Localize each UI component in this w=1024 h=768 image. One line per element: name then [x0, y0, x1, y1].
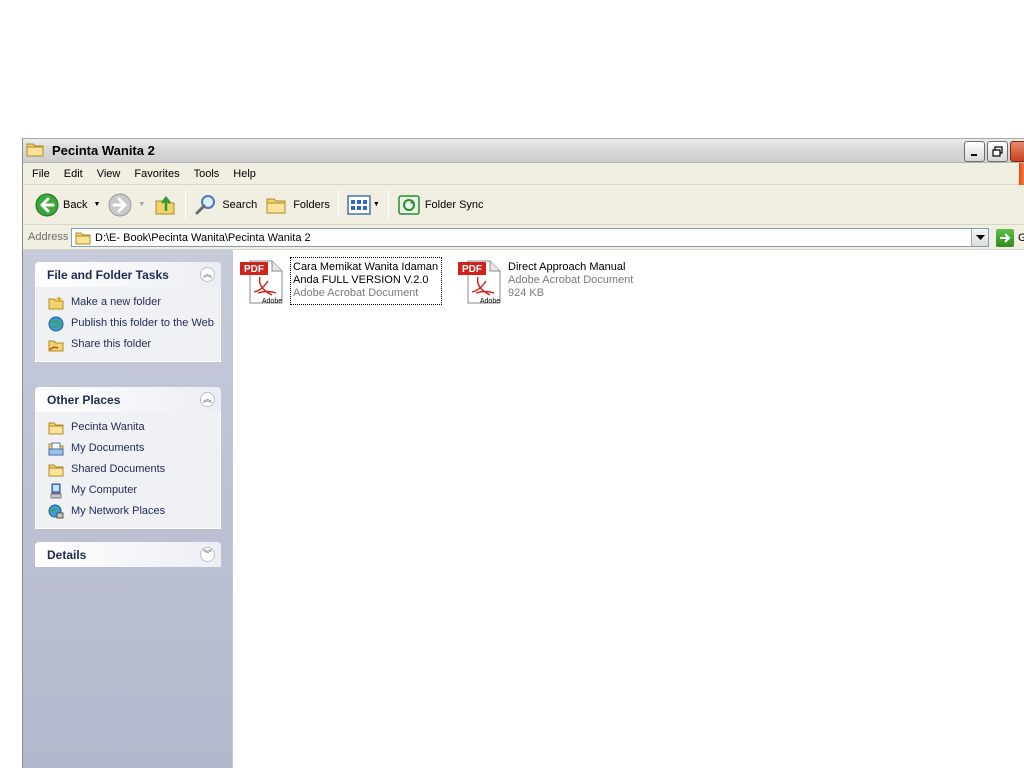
collapse-icon[interactable]: ︽ [200, 267, 215, 282]
menu-help[interactable]: Help [226, 168, 263, 180]
task-share-folder[interactable]: Share this folder [48, 337, 220, 353]
details-title: Details [47, 547, 87, 562]
pdf-badge-text: PDF [462, 264, 482, 275]
forward-dropdown-icon[interactable]: ▼ [138, 201, 145, 208]
minimize-button[interactable] [964, 141, 985, 162]
details-panel: Details ︾ [35, 542, 221, 567]
address-bar: Address D:\E- Book\Pecinta Wanita\Pecint… [23, 225, 1024, 250]
folder-sync-button[interactable]: Folder Sync [393, 189, 488, 221]
file-list: PDF Adobe Cara Memikat Wanita Idaman And… [234, 250, 1024, 768]
go-arrow-icon [1000, 233, 1011, 243]
collapse-icon[interactable]: ︽ [200, 392, 215, 407]
toolbar-separator [387, 190, 389, 219]
file-name: Direct Approach Manual [508, 261, 626, 273]
folder-sync-icon [398, 194, 420, 215]
share-folder-icon [48, 340, 64, 352]
folder-sync-label: Folder Sync [424, 198, 484, 211]
file-item[interactable]: PDF Adobe Direct Approach Manual Adobe A… [456, 257, 633, 305]
folders-label: Folders [293, 198, 330, 211]
explorer-window: Pecinta Wanita 2 File Edit View Favorite… [22, 138, 1024, 768]
other-places-panel: Other Places ︽ Pecinta Wanita My Documen… [35, 387, 221, 529]
pdf-icon: PDF Adobe [458, 260, 501, 305]
place-pecinta-wanita[interactable]: Pecinta Wanita [48, 420, 220, 436]
toolbar-separator [337, 190, 339, 219]
place-my-network-places[interactable]: My Network Places [48, 504, 220, 520]
title-bar[interactable]: Pecinta Wanita 2 [23, 138, 1024, 163]
chevron-down-icon [975, 234, 985, 240]
place-my-documents[interactable]: My Documents [48, 441, 220, 457]
file-item[interactable]: PDF Adobe Cara Memikat Wanita Idaman And… [238, 257, 443, 305]
menu-tools[interactable]: Tools [187, 168, 227, 180]
menu-view[interactable]: View [90, 168, 128, 180]
address-label: Address [28, 231, 69, 243]
toolbar: Back ▼ ▼ Search Folders ▼ Folder Sync [23, 185, 1024, 225]
address-path: D:\E- Book\Pecinta Wanita\Pecinta Wanita… [95, 231, 311, 244]
go-label[interactable]: G [1018, 232, 1024, 244]
pdf-badge-text: PDF [244, 264, 264, 275]
up-folder-button[interactable] [149, 189, 181, 221]
restore-button[interactable] [987, 141, 1008, 162]
my-documents-icon [48, 442, 64, 456]
place-shared-documents[interactable]: Shared Documents [48, 462, 220, 478]
views-dropdown-icon[interactable]: ▼ [373, 201, 380, 208]
toolbar-separator [185, 190, 187, 219]
search-label: Search [222, 198, 258, 211]
file-folder-tasks-title: File and Folder Tasks [47, 267, 169, 282]
file-folder-tasks-header[interactable]: File and Folder Tasks ︽ [35, 262, 221, 287]
adobe-text: Adobe [262, 298, 282, 305]
file-size: 924 KB [508, 287, 545, 299]
task-publish-to-web[interactable]: Publish this folder to the Web [48, 316, 220, 332]
forward-arrow-icon [108, 193, 132, 216]
menu-bar: File Edit View Favorites Tools Help [23, 163, 1024, 185]
task-pane: File and Folder Tasks ︽ Make a new folde… [23, 250, 233, 768]
folder-icon [75, 232, 91, 244]
task-make-new-folder[interactable]: Make a new folder [48, 295, 220, 311]
forward-button[interactable]: ▼ [104, 189, 149, 221]
go-button[interactable] [996, 229, 1014, 247]
adobe-text: Adobe [480, 298, 500, 305]
search-button[interactable]: Search [190, 189, 261, 221]
folder-icon [48, 422, 64, 435]
address-dropdown-button[interactable] [971, 229, 988, 246]
restore-icon [992, 146, 1003, 157]
other-places-header[interactable]: Other Places ︽ [35, 387, 221, 412]
window-title: Pecinta Wanita 2 [52, 143, 155, 158]
views-icon [347, 194, 371, 215]
pdf-icon: PDF Adobe [240, 260, 283, 305]
other-places-title: Other Places [47, 392, 121, 407]
file-type: Adobe Acrobat Document [293, 287, 419, 299]
folder-up-icon [155, 195, 175, 214]
minimize-icon [970, 153, 977, 156]
menu-file[interactable]: File [25, 168, 57, 180]
place-my-computer[interactable]: My Computer [48, 483, 220, 499]
network-places-icon [48, 504, 64, 519]
address-field[interactable]: D:\E- Book\Pecinta Wanita\Pecinta Wanita… [71, 228, 989, 247]
my-computer-icon [50, 483, 62, 499]
globe-icon [48, 316, 64, 332]
folders-button[interactable]: Folders [261, 189, 334, 221]
folder-icon [26, 141, 44, 160]
file-type: Adobe Acrobat Document [508, 274, 634, 286]
back-dropdown-icon[interactable]: ▼ [93, 201, 100, 208]
close-button[interactable] [1010, 141, 1024, 162]
file-name: Cara Memikat Wanita Idaman [293, 261, 439, 273]
file-name-line2: Anda FULL VERSION V.2.0 [293, 274, 429, 286]
folders-icon [266, 198, 286, 213]
search-icon [195, 194, 216, 214]
back-arrow-icon [35, 193, 59, 216]
details-header[interactable]: Details ︾ [35, 542, 221, 567]
file-folder-tasks-panel: File and Folder Tasks ︽ Make a new folde… [35, 262, 221, 362]
back-button[interactable]: Back ▼ [31, 189, 104, 221]
expand-icon[interactable]: ︾ [200, 547, 215, 562]
menu-edit[interactable]: Edit [57, 168, 90, 180]
menu-favorites[interactable]: Favorites [127, 168, 186, 180]
views-button[interactable]: ▼ [343, 189, 384, 221]
back-label: Back [63, 198, 88, 211]
windows-logo-icon [1019, 163, 1024, 185]
new-folder-icon [48, 296, 64, 310]
shared-folder-icon [48, 464, 64, 477]
